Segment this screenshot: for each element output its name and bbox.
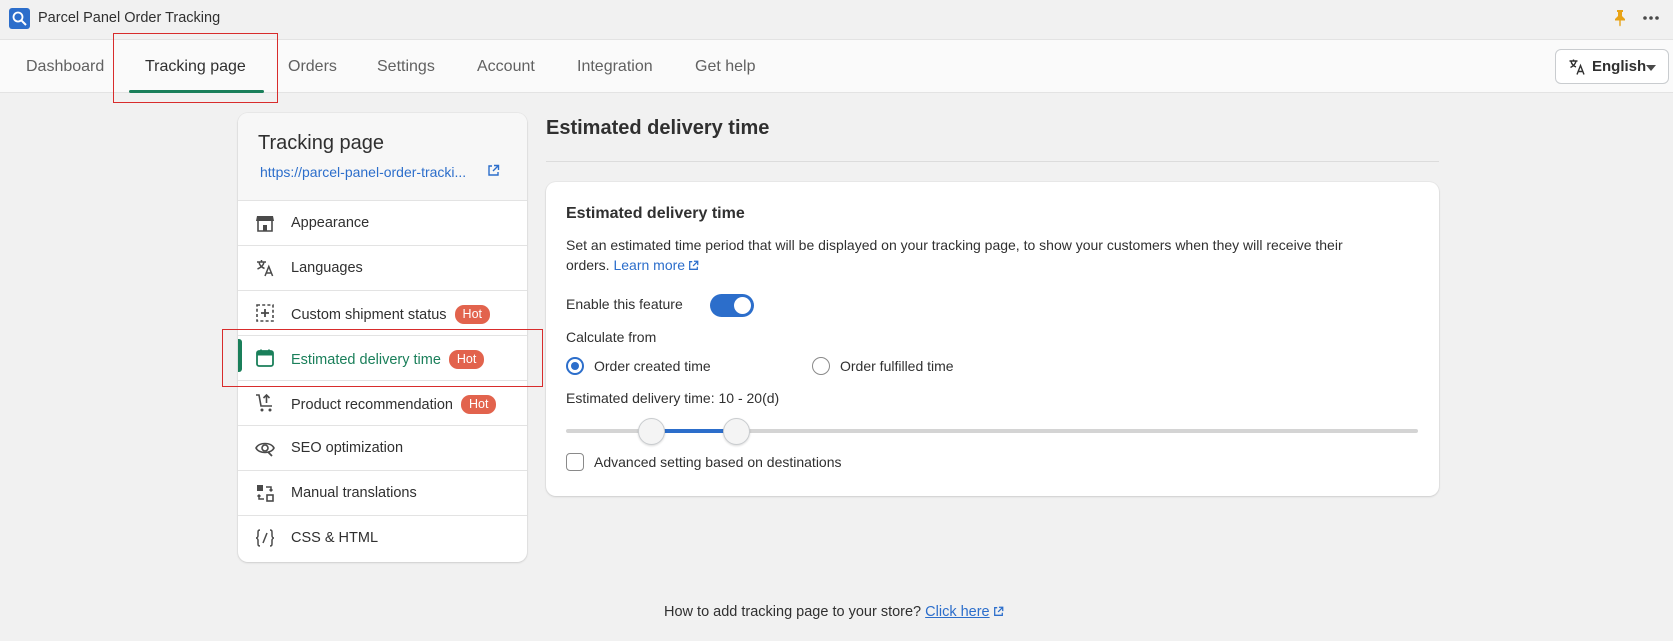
sidebar-item-label: Product recommendation [291,397,453,413]
learn-more-label: Learn more [613,257,686,273]
external-link-icon[interactable] [487,164,500,177]
external-link-icon [688,256,699,270]
sidebar-header: Tracking page https://parcel-panel-order… [238,113,527,201]
sidebar-item-text: Estimated delivery time Hot [291,350,485,369]
sidebar-item-languages[interactable]: Languages [238,246,527,291]
calculate-from-label: Calculate from [566,329,657,345]
radio-circle [566,357,584,375]
tab-orders[interactable]: Orders [288,58,337,76]
checkbox-box [566,453,584,471]
swap-icon [255,483,275,503]
toggle-knob [734,297,751,314]
click-here-link[interactable]: Click here [925,604,1003,620]
pin-icon[interactable] [1612,9,1628,27]
sidebar-item-manual-translations[interactable]: Manual translations [238,471,527,516]
page-title: Estimated delivery time [546,117,770,139]
hot-badge: Hot [454,305,490,324]
more-options-icon[interactable] [1642,9,1660,27]
sidebar-item-text: Product recommendation Hot [291,395,497,414]
slider-thumb-min[interactable] [637,418,665,445]
cart-up-icon [255,393,275,413]
tab-dashboard[interactable]: Dashboard [26,58,104,76]
app-title: Parcel Panel Order Tracking [38,10,221,26]
sidebar-item-text: Custom shipment status Hot [291,305,490,324]
card-title: Estimated delivery time [566,205,745,222]
sidebar-item-seo-optimization[interactable]: SEO optimization [238,426,527,471]
tab-get-help[interactable]: Get help [695,58,755,76]
radio-circle [812,357,830,375]
external-link-icon [993,605,1004,616]
footer-help: How to add tracking page to your store? … [664,604,1004,620]
chevron-down-icon [1646,65,1656,71]
translate-icon [255,258,275,278]
sidebar-item-label: Manual translations [291,485,417,501]
code-braces-icon [255,528,275,548]
click-here-label: Click here [925,604,990,620]
sidebar-item-label: Custom shipment status [291,307,447,323]
sidebar-item-custom-shipment-status[interactable]: Custom shipment status Hot [238,291,527,336]
radio-label: Order fulfilled time [840,358,954,374]
active-tab-indicator [129,90,264,93]
slider-thumb-max[interactable] [722,418,750,445]
card-description: Set an estimated time period that will b… [566,235,1386,275]
app-topbar: Parcel Panel Order Tracking [0,0,1673,40]
enable-feature-label: Enable this feature [566,296,683,312]
enable-feature-toggle[interactable] [710,294,754,317]
learn-more-link[interactable]: Learn more [613,257,699,273]
sidebar-item-label: Appearance [291,215,370,231]
app-logo-icon [9,8,30,29]
translate-icon [1568,58,1586,76]
main-nav: Dashboard Tracking page Orders Settings … [0,40,1673,93]
sidebar-item-appearance[interactable]: Appearance [238,201,527,246]
tab-account[interactable]: Account [477,58,535,76]
storefront-icon [255,213,275,233]
calendar-icon [255,348,275,368]
delivery-range-slider[interactable] [566,416,1418,446]
sidebar-item-label: CSS & HTML [291,530,379,546]
sidebar-item-product-recommendation[interactable]: Product recommendation Hot [238,381,527,426]
language-label: English [1592,58,1647,75]
sidebar-card: Tracking page https://parcel-panel-order… [238,113,527,562]
sidebar-item-label: Languages [291,260,363,276]
eye-icon [255,438,275,458]
footer-question: How to add tracking page to your store? [664,604,922,620]
sidebar-item-label: Estimated delivery time [291,352,441,368]
settings-card: Estimated delivery time Set an estimated… [546,182,1439,496]
tracking-page-url-link[interactable]: https://parcel-panel-order-tracki... [260,164,466,180]
sidebar-item-css-html[interactable]: CSS & HTML [238,516,527,561]
checkbox-label: Advanced setting based on destinations [594,454,842,470]
delivery-range-label: Estimated delivery time: 10 - 20(d) [566,390,780,406]
title-divider [546,161,1439,162]
hot-badge: Hot [461,395,497,414]
sidebar-item-label: SEO optimization [291,440,404,456]
hot-badge: Hot [448,350,485,369]
tab-tracking-page[interactable]: Tracking page [145,58,246,76]
language-selector-button[interactable]: English [1555,49,1669,84]
tab-settings[interactable]: Settings [377,58,435,76]
active-item-indicator [238,339,242,372]
dashed-box-plus-icon [255,303,275,323]
radio-label: Order created time [594,358,711,374]
tab-integration[interactable]: Integration [577,58,653,76]
sidebar-item-estimated-delivery-time[interactable]: Estimated delivery time Hot [238,336,527,381]
sidebar-title: Tracking page [258,132,384,154]
